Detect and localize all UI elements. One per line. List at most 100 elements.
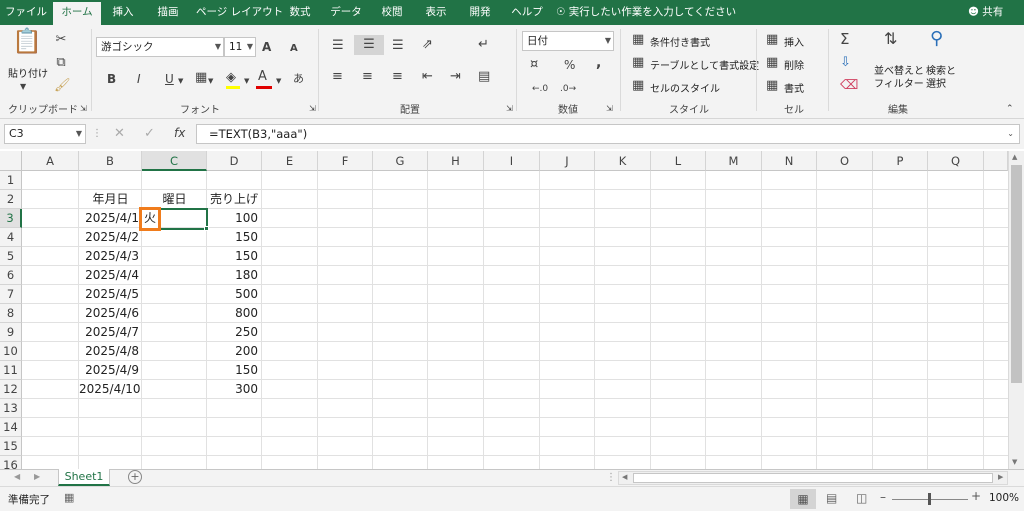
macro-record-icon[interactable]: ▦ [64,491,74,504]
format-as-table-button[interactable]: テーブルとして書式設定 [650,57,759,72]
format-painter-icon[interactable]: 🖌 [54,78,71,94]
tab-insert[interactable]: 挿入 [104,0,142,25]
column-header-i[interactable]: I [484,151,540,171]
sort-filter-label-2[interactable]: フィルター [874,75,924,90]
bold-button[interactable]: B [107,71,116,87]
date-cell[interactable]: 2025/4/8 [79,342,142,361]
sales-cell[interactable]: 300 [207,380,261,399]
sales-cell[interactable]: 100 [207,209,261,228]
column-header-a[interactable]: A [22,151,79,171]
cancel-icon[interactable]: ✕ [114,126,125,142]
tab-help[interactable]: ヘルプ [506,0,548,25]
scroll-right-icon[interactable]: ▶ [998,473,1003,481]
chevron-down-icon[interactable]: ▼ [76,125,82,143]
formula-input[interactable]: =TEXT(B3,"aaa") ⌄ [196,124,1020,144]
row-header-6[interactable]: 6 [0,266,22,285]
date-cell[interactable]: 2025/4/9 [79,361,142,380]
sales-cell[interactable]: 250 [207,323,261,342]
horizontal-scrollbar[interactable]: ◀ ▶ [618,471,1008,485]
date-cell[interactable]: 2025/4/6 [79,304,142,323]
column-header-q[interactable]: Q [928,151,984,171]
delete-cells-button[interactable]: 削除 [784,57,804,72]
sales-cell[interactable]: 150 [207,361,261,380]
header-cell-sales[interactable]: 売り上げ [207,190,261,209]
align-center-icon[interactable]: ≡ [362,69,373,85]
sheet-tab[interactable]: Sheet1 [58,469,110,486]
fill-handle[interactable] [204,226,209,231]
date-cell[interactable]: 2025/4/4 [79,266,142,285]
column-header-b[interactable]: B [79,151,142,171]
currency-icon[interactable]: ¤ [530,57,538,73]
row-header-12[interactable]: 12 [0,380,22,399]
grow-font-button[interactable]: A [262,39,271,55]
tell-me-box[interactable]: ☉ 実行したい作業を入力してください [556,0,736,25]
row-header-1[interactable]: 1 [0,171,22,190]
orientation-icon[interactable]: ⇗ [422,37,433,53]
scroll-down-icon[interactable]: ▼ [1012,458,1017,466]
column-header-c[interactable]: C [142,151,207,171]
font-color-button[interactable]: A [258,69,267,85]
decrease-decimal-icon[interactable]: .0→ [560,81,576,97]
tab-review[interactable]: 校閲 [373,0,411,25]
date-cell[interactable]: 2025/4/3 [79,247,142,266]
align-top-icon[interactable]: ☰ [332,38,344,54]
find-select-label-2[interactable]: 選択 [926,75,946,90]
chevron-down-icon[interactable]: ⌄ [1007,125,1014,143]
wrap-text-icon[interactable]: ↵ [478,37,489,53]
decrease-indent-icon[interactable]: ⇤ [422,69,433,85]
font-size-select[interactable]: 11 ▼ [224,37,256,57]
enter-icon[interactable]: ✓ [144,126,155,142]
fill-color-icon[interactable]: ◈ [226,70,236,86]
day-cell[interactable]: 火 [144,209,158,228]
date-cell[interactable]: 2025/4/2 [79,228,142,247]
autosum-icon[interactable]: Σ [840,31,849,47]
chevron-down-icon[interactable]: ▼ [20,79,26,95]
column-header-p[interactable]: P [873,151,928,171]
font-name-select[interactable]: 游ゴシック ▼ [96,37,224,57]
column-header-o[interactable]: O [817,151,873,171]
tab-formulas[interactable]: 数式 [282,0,318,25]
row-header-14[interactable]: 14 [0,418,22,437]
row-header-3[interactable]: 3 [0,209,22,228]
underline-button[interactable]: U [165,71,174,87]
hscroll-thumb[interactable] [633,473,993,483]
column-header-d[interactable]: D [207,151,262,171]
add-sheet-icon[interactable]: + [128,470,142,484]
search-icon[interactable]: ⚲ [930,30,943,48]
sales-cell[interactable]: 150 [207,247,261,266]
worksheet-grid[interactable]: ABCDEFGHIJKLMNOPQ 1 2 3 4 5 6 7 8 9 10 11 12 13 14 15 1… [0,151,1024,469]
name-box[interactable]: C3 ▼ [4,124,86,144]
borders-icon[interactable]: ▦ [195,70,207,86]
number-format-select[interactable]: 日付 ▼ [522,31,614,51]
column-header-l[interactable]: L [651,151,706,171]
tab-developer[interactable]: 開発 [460,0,500,25]
chevron-down-icon[interactable]: ▼ [178,73,183,89]
shrink-font-button[interactable]: A [290,41,298,57]
column-header-j[interactable]: J [540,151,595,171]
chevron-down-icon[interactable]: ▼ [208,73,213,89]
dialog-launcher-icon[interactable]: ⇲ [309,101,316,117]
tab-draw[interactable]: 描画 [148,0,188,25]
chevron-down-icon[interactable]: ▼ [276,73,281,89]
row-header-8[interactable]: 8 [0,304,22,323]
date-cell[interactable]: 2025/4/1 [79,209,142,228]
vertical-scrollbar[interactable]: ▲ ▼ [1008,151,1024,469]
percent-button[interactable]: % [564,57,575,73]
paste-icon[interactable]: 📋 [12,29,42,61]
row-header-16[interactable]: 16 [0,456,22,469]
date-cell[interactable]: 2025/4/10 [79,380,142,399]
row-header-4[interactable]: 4 [0,228,22,247]
scroll-thumb[interactable] [1011,165,1022,383]
date-cell[interactable]: 2025/4/5 [79,285,142,304]
column-header-h[interactable]: H [428,151,484,171]
sort-filter-icon[interactable]: ⇅ [884,31,897,47]
align-middle-icon[interactable]: ☰ [354,35,384,55]
next-sheet-icon[interactable]: ▶ [34,472,40,481]
tab-file[interactable]: ファイル [4,0,48,25]
column-header-g[interactable]: G [373,151,428,171]
share-button[interactable]: ☻ 共有 [968,0,1003,25]
scroll-left-icon[interactable]: ◀ [622,473,627,481]
prev-sheet-icon[interactable]: ◀ [14,472,20,481]
row-header-11[interactable]: 11 [0,361,22,380]
insert-function-button[interactable]: fx [174,125,185,141]
